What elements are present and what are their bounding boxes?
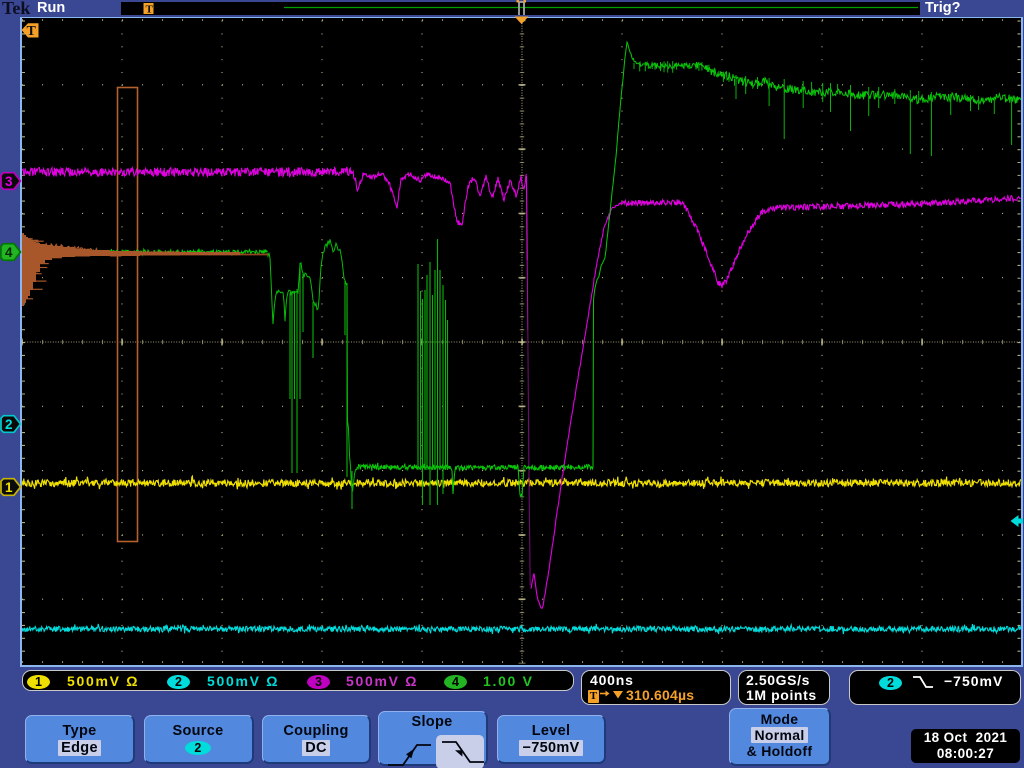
svg-text:4: 4 — [5, 245, 13, 260]
svg-text:2: 2 — [5, 417, 13, 432]
svg-text:1: 1 — [5, 480, 13, 495]
svg-text:3: 3 — [5, 174, 13, 189]
